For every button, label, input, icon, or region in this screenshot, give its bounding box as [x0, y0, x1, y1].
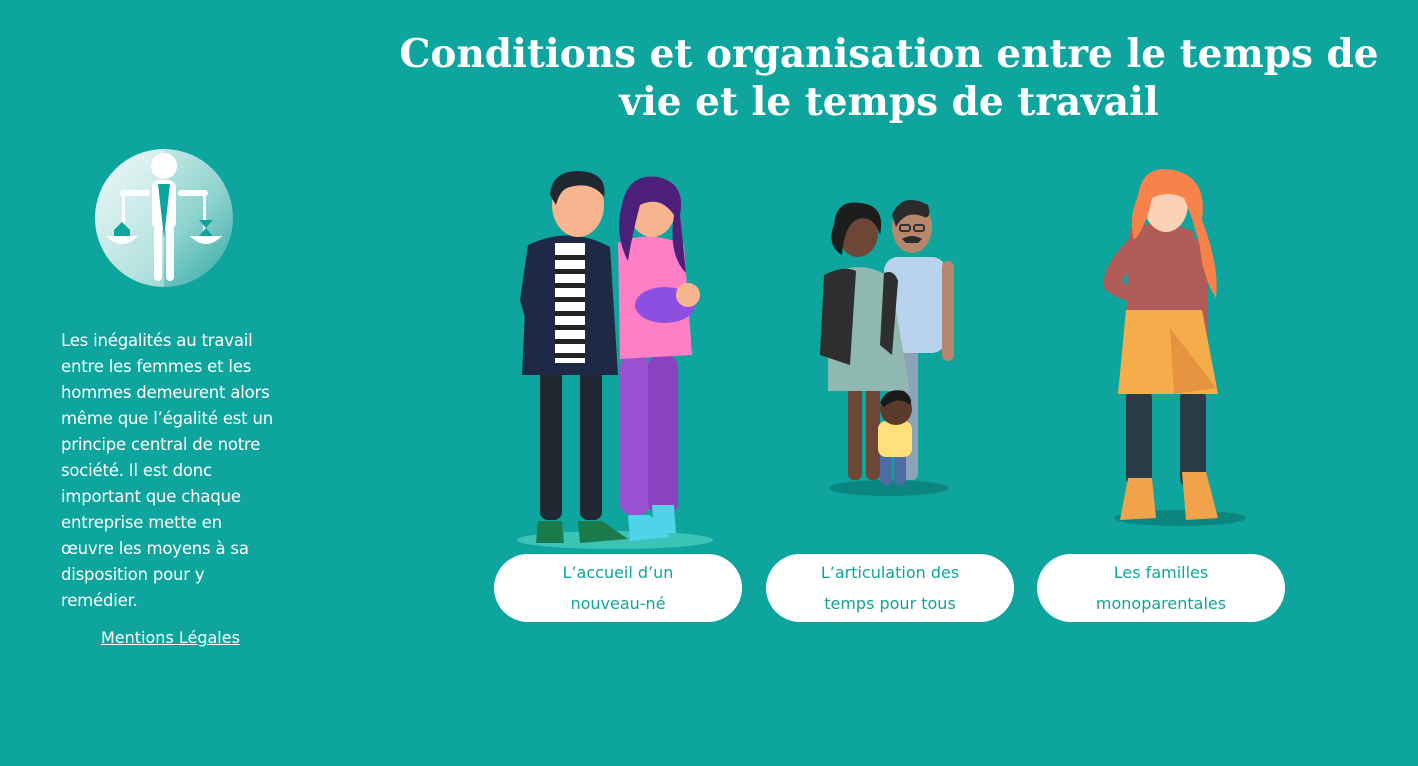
page-title: Conditions et organisation entre le temp… — [399, 31, 1379, 125]
family-with-child-illustration — [820, 199, 954, 496]
single-woman-illustration — [1103, 169, 1246, 526]
card-time-balance-button[interactable]: L’articulation des temps pour tous — [766, 554, 1014, 622]
sidebar: Les inégalités au travail entre les femm… — [0, 0, 330, 766]
card-newborn-button[interactable]: L’accueil d’un nouveau-né — [494, 554, 742, 622]
couple-with-baby-illustration — [517, 170, 713, 549]
balance-person-icon[interactable] — [94, 148, 234, 288]
legal-notice-link[interactable]: Mentions Légales — [101, 628, 240, 647]
card-single-parent-button[interactable]: Les familles monoparentales — [1037, 554, 1285, 622]
intro-text: Les inégalités au travail entre les femm… — [61, 331, 273, 610]
